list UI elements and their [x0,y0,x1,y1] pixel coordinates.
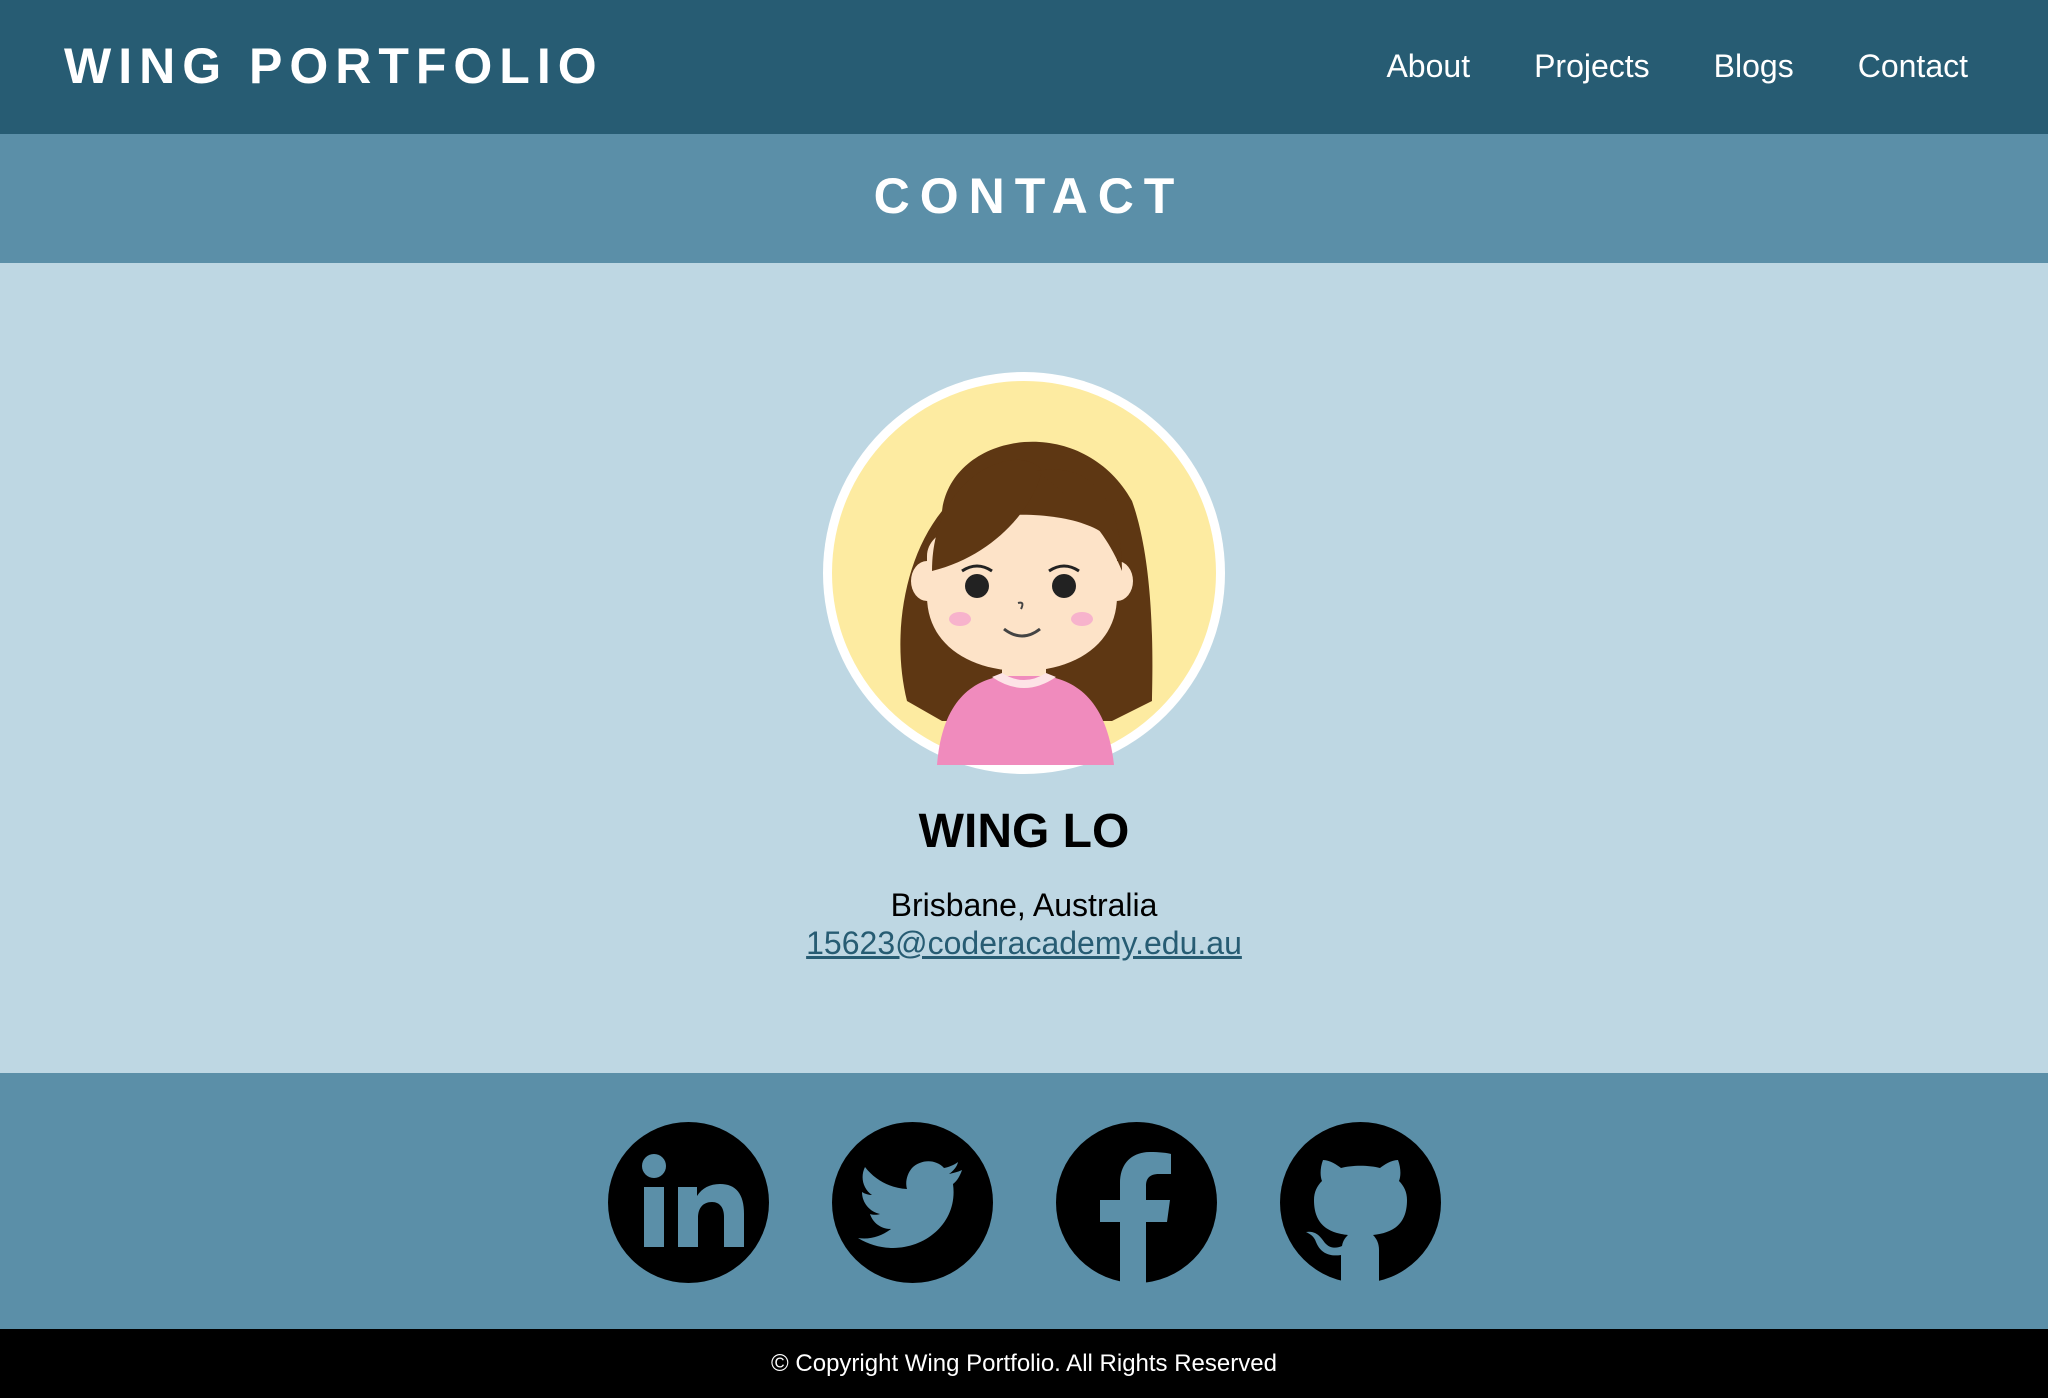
nav-link-projects[interactable]: Projects [1534,44,1650,88]
profile-location: Brisbane, Australia [890,887,1158,923]
github-icon[interactable] [1280,1122,1441,1283]
girl-avatar-icon [823,372,1225,774]
main-nav: About Projects Blogs Contact [1386,44,1968,88]
nav-link-about[interactable]: About [1386,44,1470,88]
avatar-illustration [832,381,1216,765]
linkedin-icon[interactable] [608,1122,769,1283]
twitter-icon[interactable] [832,1122,993,1283]
copyright-text: © Copyright Wing Portfolio. All Rights R… [771,1350,1277,1377]
page-title: CONTACT [873,167,1185,224]
site-brand-logo[interactable]: WING PORTFOLIO [64,36,604,96]
nav-link-contact[interactable]: Contact [1858,44,1968,88]
profile-name: WING LO [918,805,1130,858]
email-link[interactable]: 15623@coderacademy.edu.au [806,925,1242,961]
top-navigation-bar: WING PORTFOLIO About Projects Blogs Cont… [0,0,2048,134]
social-links-bar [0,1073,2048,1329]
nav-link-blogs[interactable]: Blogs [1714,44,1794,88]
site-footer: © Copyright Wing Portfolio. All Rights R… [0,1329,2048,1398]
contact-profile-section: WING LO Brisbane, Australia 15623@codera… [0,263,2048,1073]
page-header-banner: CONTACT [0,134,2048,263]
facebook-icon[interactable] [1056,1122,1217,1283]
profile-email: 15623@coderacademy.edu.au [0,923,2048,963]
